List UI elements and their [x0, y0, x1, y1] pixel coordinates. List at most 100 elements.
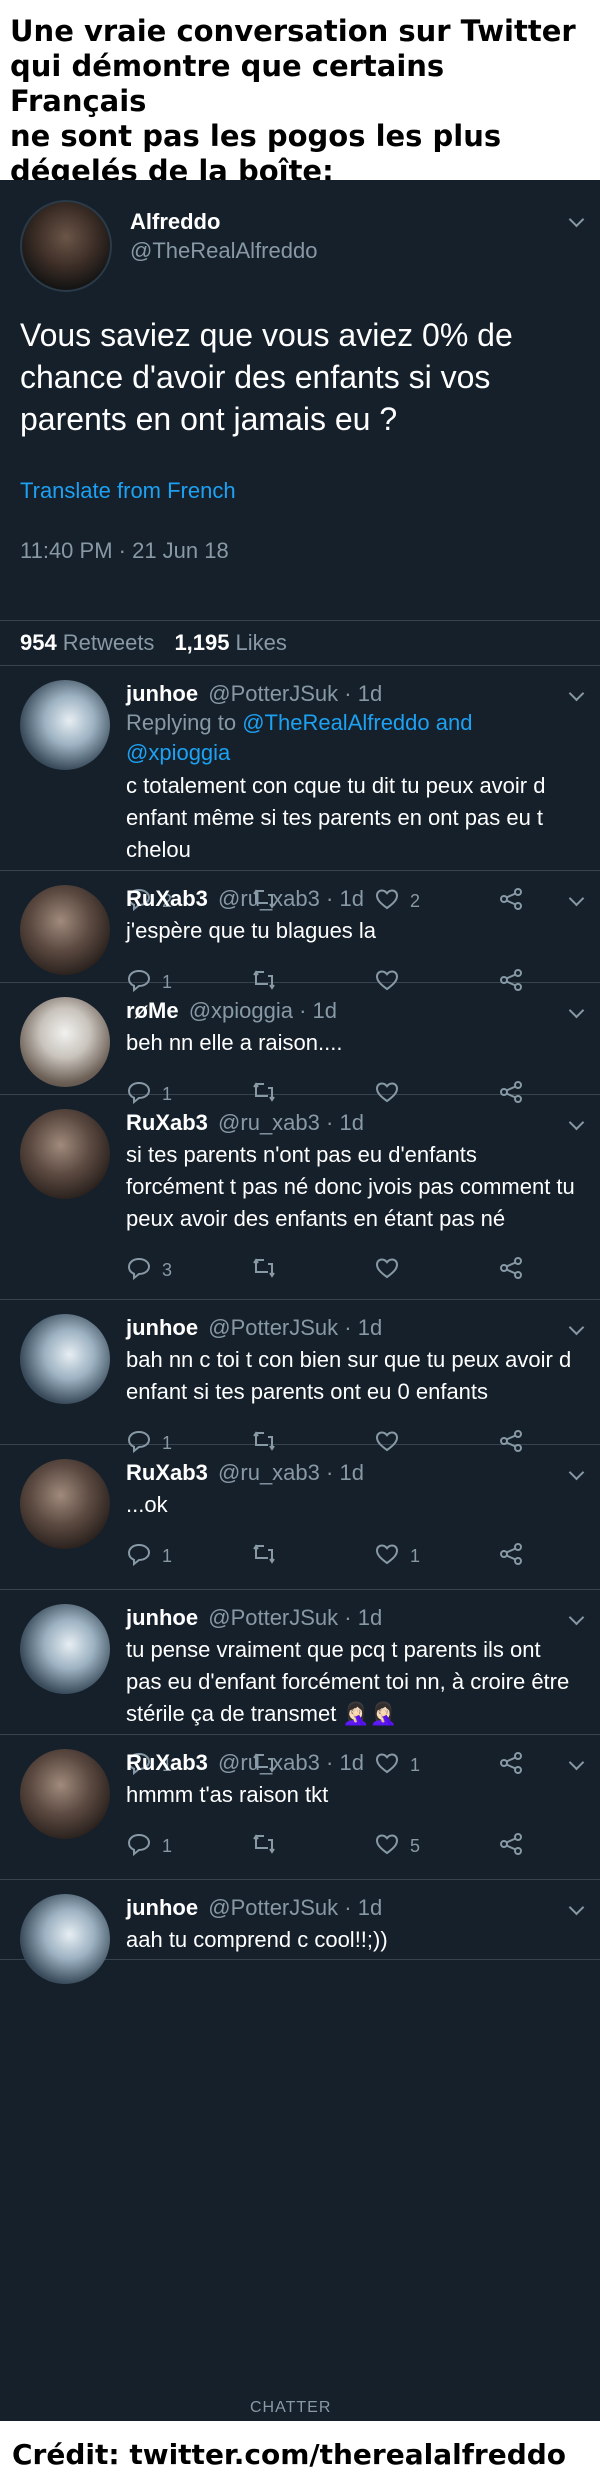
- author-name[interactable]: Alfreddo: [130, 208, 317, 236]
- like-icon: [374, 1256, 410, 1285]
- reply-count: 1: [162, 1835, 173, 1856]
- avatar[interactable]: [20, 1109, 110, 1199]
- share-icon: [498, 1832, 534, 1861]
- reply-author-name[interactable]: RuXab3: [126, 1110, 208, 1135]
- share-button[interactable]: [498, 1542, 534, 1571]
- reply-author-name[interactable]: røMe: [126, 998, 179, 1023]
- like-count: 5: [410, 1835, 421, 1856]
- reply-age: · 1d: [326, 1750, 364, 1775]
- reply-age: · 1d: [344, 1605, 383, 1630]
- retweet-button[interactable]: [250, 1256, 374, 1285]
- reply-tweet[interactable]: junhoe @PotterJSuk · 1d Replying to @TheR…: [0, 666, 600, 911]
- author-handle[interactable]: @TheRealAlfreddo: [130, 236, 317, 266]
- reply-icon: [126, 1832, 162, 1861]
- reply-age: · 1d: [326, 1110, 364, 1135]
- avatar[interactable]: [20, 1604, 110, 1694]
- reply-tweet[interactable]: junhoe @PotterJSuk · 1d aah tu comprend c…: [0, 1880, 600, 1984]
- twitter-screen: Alfreddo @TheRealAlfreddo Vous saviez qu…: [0, 180, 600, 2421]
- retweet-label[interactable]: Retweets: [63, 630, 155, 656]
- like-button[interactable]: [374, 1256, 498, 1285]
- reply-text: c totalement con cque tu dit tu peux avo…: [126, 773, 546, 862]
- credit-text: Crédit: twitter.com/therealalfreddo: [12, 2437, 567, 2471]
- header-caption: Une vraie conversation sur Twitter qui d…: [0, 0, 600, 188]
- reply-author-name[interactable]: RuXab3: [126, 1460, 208, 1485]
- main-tweet[interactable]: Alfreddo @TheRealAlfreddo Vous saviez qu…: [0, 180, 600, 620]
- reply-text: hmmm t'as raison tkt: [126, 1782, 329, 1807]
- reply-author-name[interactable]: junhoe: [126, 681, 198, 706]
- reply-author-name[interactable]: junhoe: [126, 1605, 198, 1630]
- retweet-count[interactable]: 954: [20, 630, 57, 656]
- avatar[interactable]: [20, 680, 110, 770]
- watermark: CHATTER: [250, 2399, 332, 2416]
- reply-button[interactable]: 3: [126, 1256, 250, 1285]
- share-button[interactable]: [498, 1832, 534, 1861]
- reply-tweet[interactable]: RuXab3 @ru_xab3 · 1d hmmm t'as raison tkt…: [0, 1735, 600, 1880]
- replying-to: Replying to @TheRealAlfreddo and @xpiogg…: [126, 708, 580, 768]
- caption-line: Une vraie conversation sur Twitter: [10, 14, 576, 48]
- reply-author-handle[interactable]: @xpioggia: [189, 998, 293, 1023]
- reply-age: · 1d: [326, 886, 364, 911]
- reply-author-name[interactable]: junhoe: [126, 1315, 198, 1340]
- footer-credit: Crédit: twitter.com/therealalfreddo: [0, 2421, 600, 2487]
- avatar[interactable]: [20, 200, 112, 292]
- reply-tweet[interactable]: RuXab3 @ru_xab3 · 1d si tes parents n'ont…: [0, 1095, 600, 1300]
- like-icon: [374, 1542, 410, 1571]
- reply-text: si tes parents n'ont pas eu d'enfants fo…: [126, 1142, 575, 1231]
- retweet-button[interactable]: [250, 1832, 374, 1861]
- reply-author-handle[interactable]: @PotterJSuk: [208, 1605, 338, 1630]
- share-icon: [498, 1256, 534, 1285]
- replying-prefix: Replying to: [126, 710, 237, 735]
- reply-text: j'espère que tu blagues la: [126, 918, 377, 943]
- reply-tweet[interactable]: RuXab3 @ru_xab3 · 1d ...ok 1 1: [0, 1445, 600, 1590]
- avatar[interactable]: [20, 1459, 110, 1549]
- retweet-icon: [250, 1832, 288, 1861]
- tweet-actions: 11: [126, 1533, 580, 1579]
- reply-icon: [126, 1542, 162, 1571]
- reply-tweet[interactable]: junhoe @PotterJSuk · 1d bah nn c toi t co…: [0, 1300, 600, 1453]
- tweet-actions: 3: [126, 1247, 580, 1293]
- share-icon: [498, 1542, 534, 1571]
- reply-author-handle[interactable]: @PotterJSuk: [208, 1315, 338, 1340]
- reply-author-handle[interactable]: @ru_xab3: [218, 886, 320, 911]
- reply-list: junhoe @PotterJSuk · 1d Replying to @TheR…: [0, 666, 600, 1984]
- reply-author-handle[interactable]: @ru_xab3: [218, 1750, 320, 1775]
- like-button[interactable]: 1: [374, 1542, 498, 1571]
- reply-button[interactable]: 1: [126, 1542, 250, 1571]
- like-count[interactable]: 1,195: [174, 630, 229, 656]
- reply-count: 1: [162, 1545, 173, 1566]
- reply-age: · 1d: [299, 998, 338, 1023]
- reply-age: · 1d: [326, 1460, 364, 1485]
- reply-tweet[interactable]: røMe @xpioggia · 1d beh nn elle a raison.…: [0, 983, 600, 1104]
- reply-author-name[interactable]: RuXab3: [126, 886, 208, 911]
- avatar[interactable]: [20, 1749, 110, 1839]
- reply-author-handle[interactable]: @ru_xab3: [218, 1460, 320, 1485]
- share-button[interactable]: [498, 1256, 534, 1285]
- reply-author-handle[interactable]: @ru_xab3: [218, 1110, 320, 1135]
- tweet-actions: 15: [126, 1823, 580, 1869]
- reply-count: 3: [162, 1259, 173, 1280]
- reply-text: tu pense vraiment que pcq t parents ils …: [126, 1637, 570, 1726]
- avatar[interactable]: [20, 997, 110, 1087]
- tweet-text: Vous saviez que vous aviez 0% de chance …: [20, 317, 513, 437]
- like-button[interactable]: 5: [374, 1832, 498, 1861]
- like-label[interactable]: Likes: [236, 630, 287, 656]
- reply-tweet[interactable]: junhoe @PotterJSuk · 1d tu pense vraiment…: [0, 1590, 600, 1775]
- caption-line: qui démontre que certains Français: [10, 49, 445, 118]
- retweet-icon: [250, 1542, 288, 1571]
- reply-author-handle[interactable]: @PotterJSuk: [208, 681, 338, 706]
- translate-link[interactable]: Translate from French: [20, 478, 580, 504]
- avatar[interactable]: [20, 1314, 110, 1404]
- reply-author-handle[interactable]: @PotterJSuk: [208, 1895, 338, 1920]
- like-count: 1: [410, 1545, 421, 1566]
- reply-text: beh nn elle a raison....: [126, 1030, 343, 1055]
- reply-tweet[interactable]: RuXab3 @ru_xab3 · 1d j'espère que tu blag…: [0, 871, 600, 992]
- reply-age: · 1d: [344, 681, 383, 706]
- reply-icon: [126, 1256, 162, 1285]
- retweet-button[interactable]: [250, 1542, 374, 1571]
- avatar[interactable]: [20, 1894, 110, 1984]
- reply-button[interactable]: 1: [126, 1832, 250, 1861]
- tweet-stats: 954 Retweets 1,195 Likes: [0, 620, 600, 666]
- avatar[interactable]: [20, 885, 110, 975]
- reply-author-name[interactable]: RuXab3: [126, 1750, 208, 1775]
- reply-author-name[interactable]: junhoe: [126, 1895, 198, 1920]
